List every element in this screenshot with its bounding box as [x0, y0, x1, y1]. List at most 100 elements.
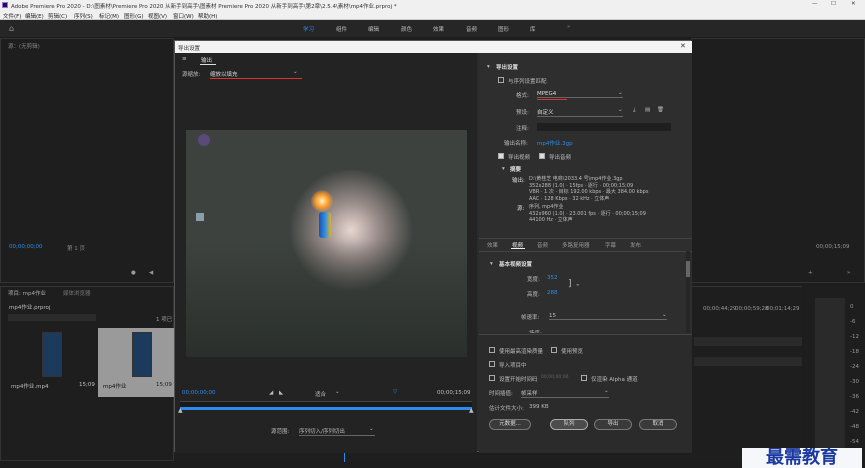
- preset-dropdown[interactable]: 自定义: [537, 108, 623, 117]
- tab-audio[interactable]: 音频: [537, 241, 548, 249]
- metadata-button[interactable]: 元数据...: [489, 419, 531, 430]
- settings-scrollbar[interactable]: [686, 251, 690, 333]
- output-name-link[interactable]: mp4作业.3gp: [537, 139, 573, 147]
- chevron-down-icon[interactable]: ⌄: [618, 107, 623, 113]
- close-window-button[interactable]: ✕: [851, 1, 856, 7]
- height-value[interactable]: 288: [547, 290, 558, 296]
- menu-window[interactable]: 窗口(W): [173, 12, 194, 20]
- export-video-label: 导出视频: [508, 155, 531, 161]
- section-collapse-icon[interactable]: ▾: [487, 64, 490, 70]
- export-audio-checkbox[interactable]: [539, 153, 545, 159]
- workspace-assembly[interactable]: 组件: [336, 25, 347, 33]
- width-value[interactable]: 352: [547, 275, 558, 281]
- tab-effects[interactable]: 效果: [487, 241, 498, 249]
- tab-multiplexer[interactable]: 多路复用器: [562, 241, 590, 249]
- range-start-handle[interactable]: ▲: [178, 407, 183, 414]
- comments-label: 注释:: [516, 126, 529, 132]
- workspace-libraries[interactable]: 库: [530, 25, 536, 33]
- program-marker-icon[interactable]: +: [808, 270, 813, 276]
- max-render-quality-checkbox[interactable]: [489, 347, 495, 353]
- range-end-handle[interactable]: ▲: [469, 407, 474, 414]
- save-preset-icon[interactable]: ⤓: [633, 107, 635, 114]
- meter-tick: -30: [850, 379, 859, 385]
- workspace-graphics[interactable]: 图形: [498, 25, 509, 33]
- width-label: 宽度:: [527, 277, 540, 283]
- menu-help[interactable]: 帮助(H): [198, 12, 217, 20]
- chevron-down-icon[interactable]: ⌄: [335, 389, 340, 395]
- workspace-editing[interactable]: 编辑: [368, 25, 379, 33]
- frame-rate-dropdown[interactable]: 15: [549, 313, 667, 320]
- cancel-button[interactable]: 取消: [639, 419, 677, 430]
- project-search-input[interactable]: [8, 314, 96, 321]
- chevron-down-icon[interactable]: ⌄: [293, 69, 298, 75]
- chevron-down-icon[interactable]: ⌄: [618, 90, 623, 96]
- maximize-button[interactable]: ☐: [831, 1, 836, 7]
- queue-button[interactable]: 队列: [550, 419, 588, 430]
- dialog-title: 导出设置: [178, 46, 201, 52]
- panel-menu-icon[interactable]: ≡: [182, 56, 187, 62]
- preview-can: [319, 212, 331, 238]
- use-previews-checkbox[interactable]: [551, 347, 557, 353]
- export-button[interactable]: 导出: [594, 419, 632, 430]
- chevron-down-icon[interactable]: ⌄: [604, 388, 609, 394]
- link-aspect-icon[interactable]: ]: [568, 279, 572, 289]
- source-scaling-dropdown[interactable]: 缩放以填充: [210, 70, 302, 79]
- meter-tick: -24: [850, 364, 859, 370]
- summary-collapse-icon[interactable]: ▾: [502, 166, 505, 172]
- source-step-back-icon[interactable]: ◀: [149, 270, 153, 276]
- delete-preset-icon[interactable]: 🗑: [657, 107, 664, 113]
- source-range-dropdown[interactable]: 序列切入/序列切出: [299, 427, 375, 436]
- source-marker-icon[interactable]: ●: [131, 270, 136, 276]
- export-video-checkbox[interactable]: [498, 153, 504, 159]
- more-workspaces-icon[interactable]: »: [567, 24, 570, 30]
- workspace-color[interactable]: 颜色: [401, 25, 412, 33]
- fit-zoom-dropdown[interactable]: 适合: [315, 390, 326, 398]
- time-interpolation-dropdown[interactable]: 帧采样: [521, 389, 609, 398]
- render-alpha-checkbox[interactable]: [581, 375, 587, 381]
- menu-graphics[interactable]: 图形(G): [124, 12, 144, 20]
- media-item-selected[interactable]: mp4作业 15;09: [98, 328, 175, 397]
- preview-scrubber[interactable]: [180, 407, 472, 410]
- menu-marker[interactable]: 标记(M): [99, 12, 119, 20]
- output-tab[interactable]: 输出: [201, 56, 212, 64]
- workspace-audio[interactable]: 音频: [466, 25, 477, 33]
- menu-view[interactable]: 视图(V): [148, 12, 167, 20]
- menu-file[interactable]: 文件(F): [3, 12, 21, 20]
- chevron-down-icon[interactable]: ⌄: [662, 312, 667, 318]
- meter-tick: -18: [850, 349, 859, 355]
- meter-scale: 0 -6 -12 -18 -24 -30 -36 -42 -48 -54: [850, 300, 864, 450]
- home-icon[interactable]: ⌂: [9, 24, 14, 33]
- menu-clip[interactable]: 剪辑(C): [48, 12, 67, 20]
- tab-publish[interactable]: 发布: [630, 241, 641, 249]
- program-settings-icon[interactable]: »: [847, 270, 850, 276]
- match-sequence-checkbox[interactable]: [498, 77, 504, 83]
- tab-captions[interactable]: 字幕: [605, 241, 616, 249]
- chain-link-icon[interactable]: ∞: [576, 282, 579, 287]
- set-in-point-icon[interactable]: ◢: [269, 390, 273, 396]
- preview-ground-object: [196, 213, 204, 221]
- import-project-checkbox[interactable]: [489, 361, 495, 367]
- chevron-down-icon[interactable]: ⌄: [369, 426, 374, 432]
- media-item[interactable]: mp4作业.mp4 15;09: [5, 328, 97, 397]
- minimize-button[interactable]: —: [812, 1, 818, 7]
- set-out-point-icon[interactable]: ◣: [279, 390, 283, 396]
- media-browser-tab[interactable]: 媒体浏览器: [63, 289, 91, 297]
- comments-input[interactable]: [537, 123, 671, 131]
- meter-tick: -48: [850, 424, 859, 430]
- project-tab[interactable]: 项目: mp4作业: [8, 289, 46, 297]
- marker-icon[interactable]: ▽: [393, 389, 397, 395]
- start-timecode-value[interactable]: 00;00;00;00: [541, 375, 568, 380]
- import-preset-icon[interactable]: ▤: [645, 107, 650, 113]
- workspace-effects[interactable]: 效果: [433, 25, 444, 33]
- set-start-timecode-checkbox[interactable]: [489, 375, 495, 381]
- summary-output-text: D:\黄桂芝 电商\2033.4 号\mp4作业.3gp 352x288 (1.…: [529, 176, 689, 202]
- window-titlebar: Adobe Premiere Pro 2020 - D:\图素材\Premier…: [0, 0, 865, 10]
- basic-video-collapse-icon[interactable]: ▾: [490, 261, 493, 267]
- menu-edit[interactable]: 编辑(E): [25, 12, 44, 20]
- format-dropdown[interactable]: MPEG4: [537, 91, 623, 98]
- menu-sequence[interactable]: 序列(S): [74, 12, 93, 20]
- workspace-learn[interactable]: 学习: [303, 25, 314, 33]
- summary-source-line: 44100 Hz · 立体声: [529, 217, 573, 223]
- dialog-close-icon[interactable]: ✕: [680, 42, 686, 50]
- audio-meter-panel: 0 -6 -12 -18 -24 -30 -36 -42 -48 -54: [805, 286, 865, 461]
